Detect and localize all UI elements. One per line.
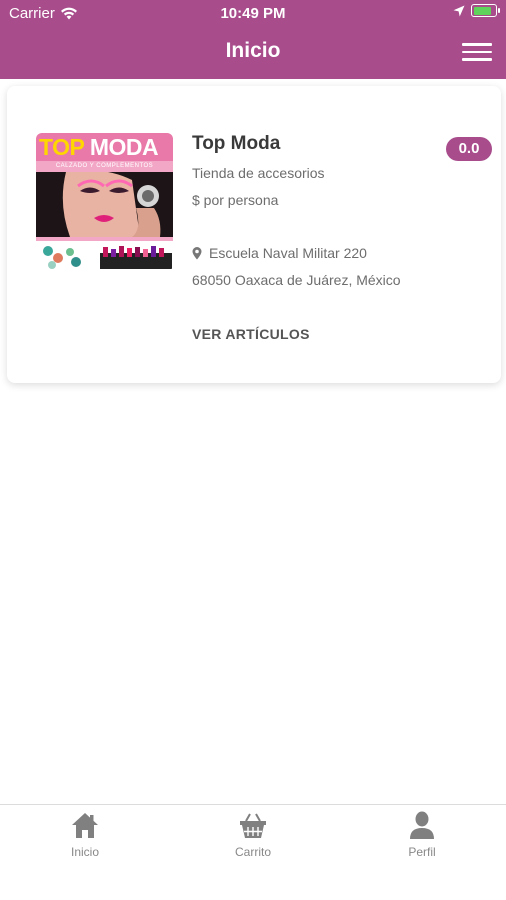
tab-inicio-label: Inicio (70, 845, 99, 859)
clock: 10:49 PM (220, 5, 286, 22)
model-photo (36, 172, 173, 237)
tab-carrito-label: Carrito (234, 845, 271, 859)
app-header: Carrier 10:49 PM Inicio (0, 0, 506, 79)
status-indicators (453, 4, 500, 17)
tab-perfil-label: Perfil (408, 845, 436, 859)
tab-inicio[interactable]: Inicio (25, 811, 145, 859)
store-price: $ por persona (192, 192, 279, 208)
address-line1-text: Escuela Naval Militar 220 (209, 245, 367, 261)
bottom-tab-bar: Inicio Carrito Perfil (0, 804, 506, 900)
store-category: Tienda de accesorios (192, 165, 325, 181)
location-arrow-icon (453, 5, 465, 16)
page-title: Inicio (225, 39, 281, 62)
store-image: TOP MODA CALZADO Y COMPLEMENTOS (36, 133, 173, 271)
hamburger-menu-icon[interactable] (462, 40, 492, 64)
location-pin-icon (192, 246, 202, 259)
tab-carrito[interactable]: Carrito (193, 811, 313, 859)
home-icon (72, 813, 98, 838)
products-photo (36, 241, 173, 271)
store-name: Top Moda (192, 133, 281, 154)
store-address-line2: 68050 Oaxaca de Juárez, México (192, 272, 401, 288)
store-card[interactable]: TOP MODA CALZADO Y COMPLEMENTOS Top Moda… (7, 86, 501, 383)
rating-badge: 0.0 (446, 137, 492, 161)
store-image-tagline: CALZADO Y COMPLEMENTOS (36, 161, 173, 172)
view-items-button[interactable]: VER ARTÍCULOS (192, 326, 310, 342)
store-address-line1: Escuela Naval Militar 220 (192, 245, 367, 261)
tab-perfil[interactable]: Perfil (362, 811, 482, 859)
user-icon (410, 811, 434, 839)
battery-icon (471, 4, 500, 17)
basket-icon (240, 813, 266, 838)
status-bar: Carrier 10:49 PM (0, 0, 506, 26)
store-image-banner: TOP MODA (36, 133, 173, 161)
